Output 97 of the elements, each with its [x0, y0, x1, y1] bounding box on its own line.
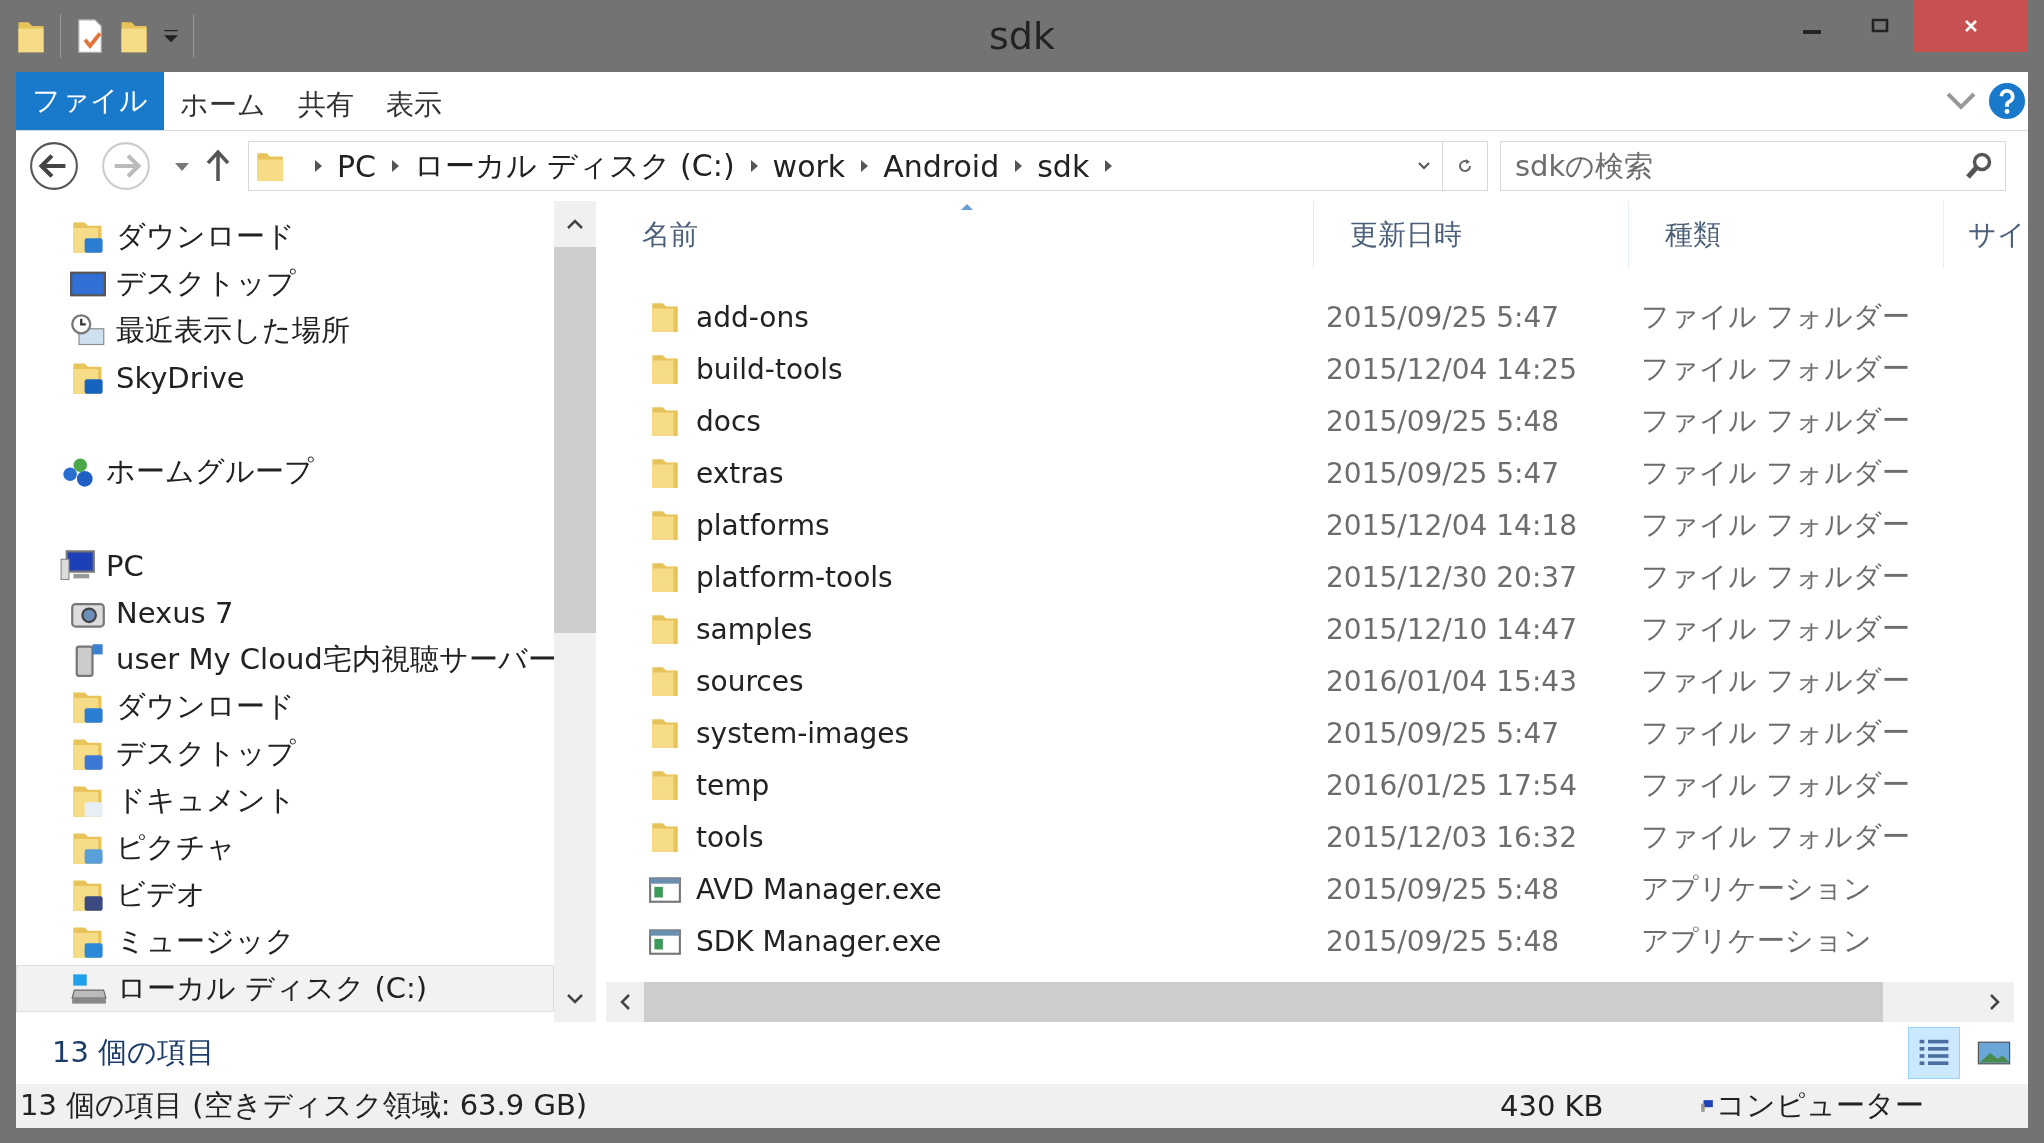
date-cell-text: 2015/12/03 16:32: [1325, 820, 1578, 854]
scroll-up-icon[interactable]: [565, 217, 585, 231]
date-cell-text: 2015/12/30 20:37: [1325, 560, 1578, 594]
nav-item[interactable]: デスクトップ: [16, 730, 554, 777]
date-cell-text: 2015/09/25 5:47: [1325, 300, 1561, 334]
date-cell-text: 2015/09/25 5:47: [1325, 456, 1561, 490]
back-icon[interactable]: [28, 140, 80, 192]
breadcrumb-arrow-icon[interactable]: [390, 158, 401, 174]
search-field[interactable]: sdkの検索: [1500, 141, 2006, 191]
date-cell-text: 2015/12/04 14:18: [1325, 508, 1578, 542]
type-cell-text: ファイル フォルダー: [1640, 767, 1911, 803]
breadcrumb-arrow-icon[interactable]: [859, 158, 870, 174]
type-cell-text: ファイル フォルダー: [1640, 299, 1911, 335]
file-name[interactable]: samples: [696, 612, 813, 646]
scroll-thumb[interactable]: [554, 247, 596, 634]
nav-item[interactable]: user My Cloud宅内視聴サーバー: [16, 636, 554, 683]
ribbon-tab[interactable]: 共有: [282, 72, 370, 130]
search-icon[interactable]: [1964, 151, 1994, 181]
nav-item[interactable]: ホームグループ: [16, 448, 554, 495]
file-name[interactable]: extras: [696, 456, 784, 490]
type-cell-text: アプリケーション: [1640, 923, 1873, 959]
nav-item[interactable]: ダウンロード: [16, 683, 554, 730]
file-name[interactable]: platforms: [696, 508, 830, 542]
type-cell-text: ファイル フォルダー: [1640, 507, 1911, 543]
nav-item[interactable]: ローカル ディスク (C:): [16, 965, 554, 1012]
type-cell-text: アプリケーション: [1640, 871, 1873, 907]
ribbon-tab[interactable]: ファイル: [16, 72, 164, 130]
type-cell-text: ファイル フォルダー: [1640, 455, 1911, 491]
nav-item[interactable]: ビデオ: [16, 871, 554, 918]
column-header[interactable]: 更新日時: [1314, 201, 1629, 269]
status-size: 430 KB: [1500, 1089, 1605, 1123]
breadcrumb[interactable]: sdk: [1037, 148, 1090, 184]
file-name[interactable]: tools: [696, 820, 764, 854]
date-cell-text: 2015/09/25 5:48: [1325, 872, 1561, 906]
expand-ribbon-icon[interactable]: [1946, 91, 1976, 111]
breadcrumb-arrow-icon[interactable]: [748, 158, 759, 174]
date-cell-text: 2015/09/25 5:48: [1325, 404, 1561, 438]
vertical-scrollbar[interactable]: [554, 201, 596, 1022]
file-name[interactable]: platform-tools: [696, 560, 893, 594]
column-header[interactable]: 名前: [606, 201, 1314, 269]
date-cell-text: 2015/12/04 14:25: [1325, 352, 1578, 386]
file-name[interactable]: docs: [696, 404, 761, 438]
date-cell-text: 2016/01/25 17:54: [1325, 768, 1578, 802]
date-cell-text: 2015/09/25 5:47: [1325, 716, 1561, 750]
ribbon-tab[interactable]: 表示: [370, 72, 458, 130]
up-icon[interactable]: [206, 149, 230, 183]
file-name[interactable]: build-tools: [696, 352, 843, 386]
dropdown-icon[interactable]: [163, 28, 179, 44]
type-cell-text: ファイル フォルダー: [1640, 663, 1911, 699]
file-name[interactable]: SDK Manager.exe: [696, 924, 942, 958]
nav-item[interactable]: Nexus 7: [16, 589, 554, 636]
type-cell-text: ファイル フォルダー: [1640, 403, 1911, 439]
date-cell-text: 2015/12/10 14:47: [1325, 612, 1578, 646]
type-cell-text: ファイル フォルダー: [1640, 715, 1911, 751]
breadcrumb[interactable]: work: [772, 148, 846, 184]
file-name[interactable]: sources: [696, 664, 804, 698]
breadcrumb[interactable]: ローカル ディスク (C:): [414, 145, 735, 187]
column-header[interactable]: 種類: [1629, 201, 1944, 269]
address-bar[interactable]: PC ローカル ディスク (C:) work Android sdk: [248, 141, 1488, 191]
breadcrumb-arrow-icon[interactable]: [1103, 158, 1114, 174]
properties-icon[interactable]: [75, 17, 105, 55]
nav-item[interactable]: ミュージック: [16, 918, 554, 965]
type-cell-text: ファイル フォルダー: [1640, 819, 1911, 855]
nav-item[interactable]: デスクトップ: [16, 260, 554, 307]
minimize-icon: [1803, 30, 1821, 34]
nav-item[interactable]: ドキュメント: [16, 777, 554, 824]
scroll-down-icon[interactable]: [565, 992, 585, 1006]
scroll-right-icon[interactable]: [1988, 992, 2002, 1012]
window-title: sdk: [989, 14, 1055, 58]
status-summary: 13 個の項目 (空きディスク領域: 63.9 GB): [19, 1087, 589, 1124]
file-name[interactable]: add-ons: [696, 300, 809, 334]
file-name[interactable]: AVD Manager.exe: [696, 872, 942, 906]
nav-item[interactable]: ピクチャ: [16, 824, 554, 871]
file-name[interactable]: system-images: [696, 716, 910, 750]
nav-item[interactable]: SkyDrive: [16, 354, 554, 401]
type-cell-text: ファイル フォルダー: [1640, 611, 1911, 647]
file-name[interactable]: temp: [696, 768, 770, 802]
breadcrumb[interactable]: PC: [337, 148, 377, 184]
column-header[interactable]: サイ: [1944, 201, 2026, 269]
help-icon[interactable]: [1988, 82, 2026, 120]
date-cell-text: 2016/01/04 15:43: [1325, 664, 1578, 698]
type-cell-text: ファイル フォルダー: [1640, 559, 1911, 595]
nav-item[interactable]: PC: [16, 542, 554, 589]
nav-item[interactable]: ダウンロード: [16, 213, 554, 260]
scroll-left-icon[interactable]: [618, 992, 632, 1012]
computer-icon: [1700, 1099, 1714, 1113]
status-zone: コンピューター: [1716, 1087, 1924, 1124]
breadcrumb-arrow-icon[interactable]: [1013, 158, 1024, 174]
item-count: 13 個の項目: [52, 1034, 216, 1071]
nav-item[interactable]: 最近表示した場所: [16, 307, 554, 354]
ribbon-tab[interactable]: ホーム: [164, 72, 282, 130]
type-cell-text: ファイル フォルダー: [1640, 351, 1911, 387]
breadcrumb[interactable]: Android: [883, 148, 1000, 184]
sort-arrow-icon: [959, 203, 974, 211]
breadcrumb-arrow-icon[interactable]: [313, 158, 323, 174]
date-cell-text: 2015/09/25 5:48: [1325, 924, 1561, 958]
details-view-button[interactable]: [1908, 1027, 1960, 1079]
